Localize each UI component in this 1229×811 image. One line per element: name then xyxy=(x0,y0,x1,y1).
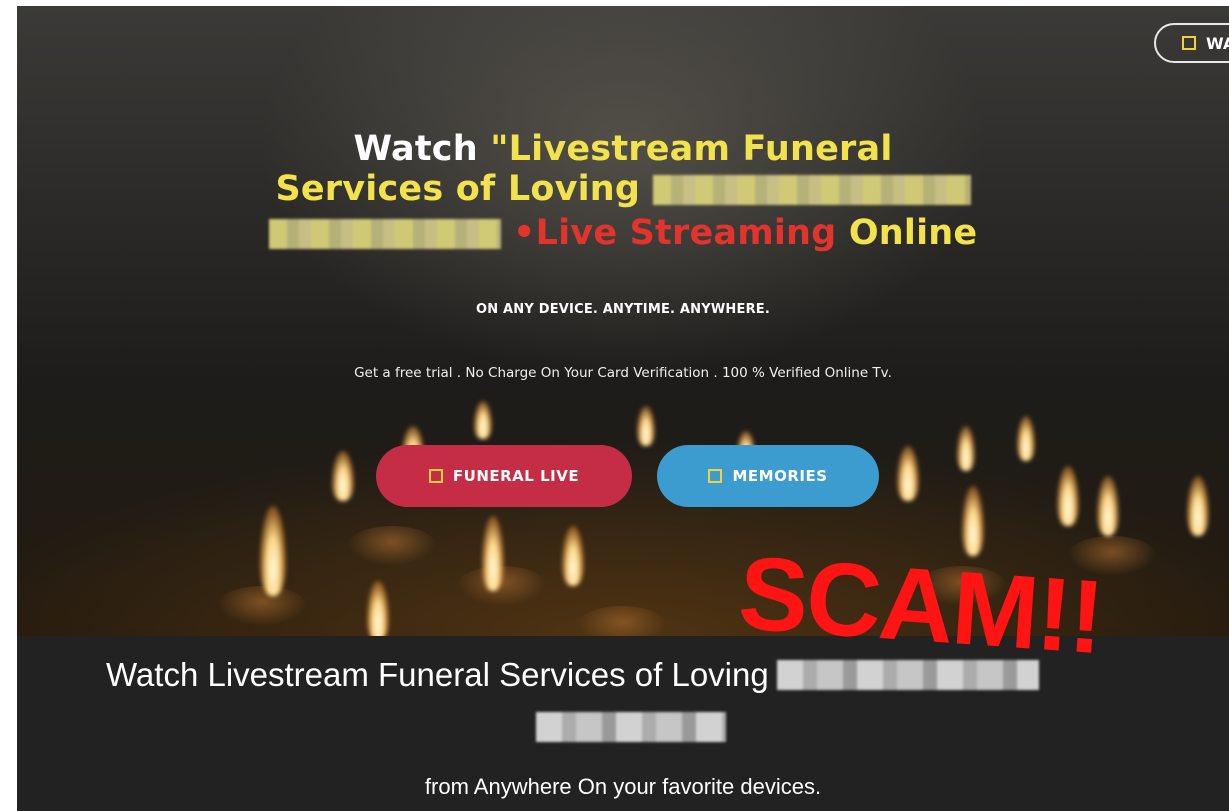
candle-glow xyxy=(577,606,667,636)
wa-button[interactable]: WA xyxy=(1154,23,1229,63)
square-icon xyxy=(428,469,443,483)
candle-glow xyxy=(347,526,437,566)
headline-line-3: •Live Streaming Online xyxy=(17,216,1229,251)
headline-line-2: Services of Loving xyxy=(17,172,1229,207)
candle-flame-icon xyxy=(957,426,975,471)
hero-section: WA Watch "Livestream Funeral Services of… xyxy=(17,6,1229,636)
wa-button-label: WA xyxy=(1206,33,1229,53)
bottom-title-text: Watch Livestream Funeral Services of Lov… xyxy=(106,656,769,693)
candle-flame-icon xyxy=(962,486,984,556)
candle-flame-icon xyxy=(1097,476,1119,536)
redacted-name-block xyxy=(536,712,726,742)
memories-button[interactable]: MEMORIES xyxy=(657,445,879,507)
candle-flame-icon xyxy=(1187,476,1209,536)
headline-online: Online xyxy=(848,213,978,253)
candle-flame-icon xyxy=(474,401,492,439)
headline-line-1: Watch "Livestream Funeral xyxy=(17,132,1229,167)
headline-watch: Watch xyxy=(353,129,491,169)
headline-live-streaming: •Live Streaming xyxy=(513,213,849,253)
headline-quote: "Livestream Funeral xyxy=(490,129,893,169)
bottom-from-text: from Anywhere On your favorite devices. xyxy=(424,774,822,799)
candle-flame-icon xyxy=(897,446,919,501)
candle-flame-icon xyxy=(637,406,655,446)
funeral-live-label: FUNERAL LIVE xyxy=(452,467,580,485)
redacted-name-block xyxy=(652,175,971,205)
tagline: ON ANY DEVICE. ANYTIME. ANYWHERE. xyxy=(475,302,770,317)
candle-flame-icon xyxy=(260,506,286,596)
candle-flame-icon xyxy=(1017,416,1035,461)
candle-flame-icon xyxy=(482,516,504,591)
subline: Get a free trial . No Charge On Your Car… xyxy=(354,365,892,381)
candle-flame-icon xyxy=(562,526,584,586)
candle-glow xyxy=(217,586,307,626)
candle-flame-icon xyxy=(367,581,389,636)
page-frame: WA Watch "Livestream Funeral Services of… xyxy=(17,6,1229,811)
funeral-live-button[interactable]: FUNERAL LIVE xyxy=(376,445,632,507)
redacted-name-block xyxy=(268,219,501,249)
square-icon xyxy=(1182,36,1196,50)
square-icon xyxy=(708,469,723,483)
memories-label: MEMORIES xyxy=(732,467,828,485)
candle-flame-icon xyxy=(332,451,354,501)
headline-services: Services of Loving xyxy=(275,169,653,209)
candle-flame-icon xyxy=(1057,466,1079,526)
